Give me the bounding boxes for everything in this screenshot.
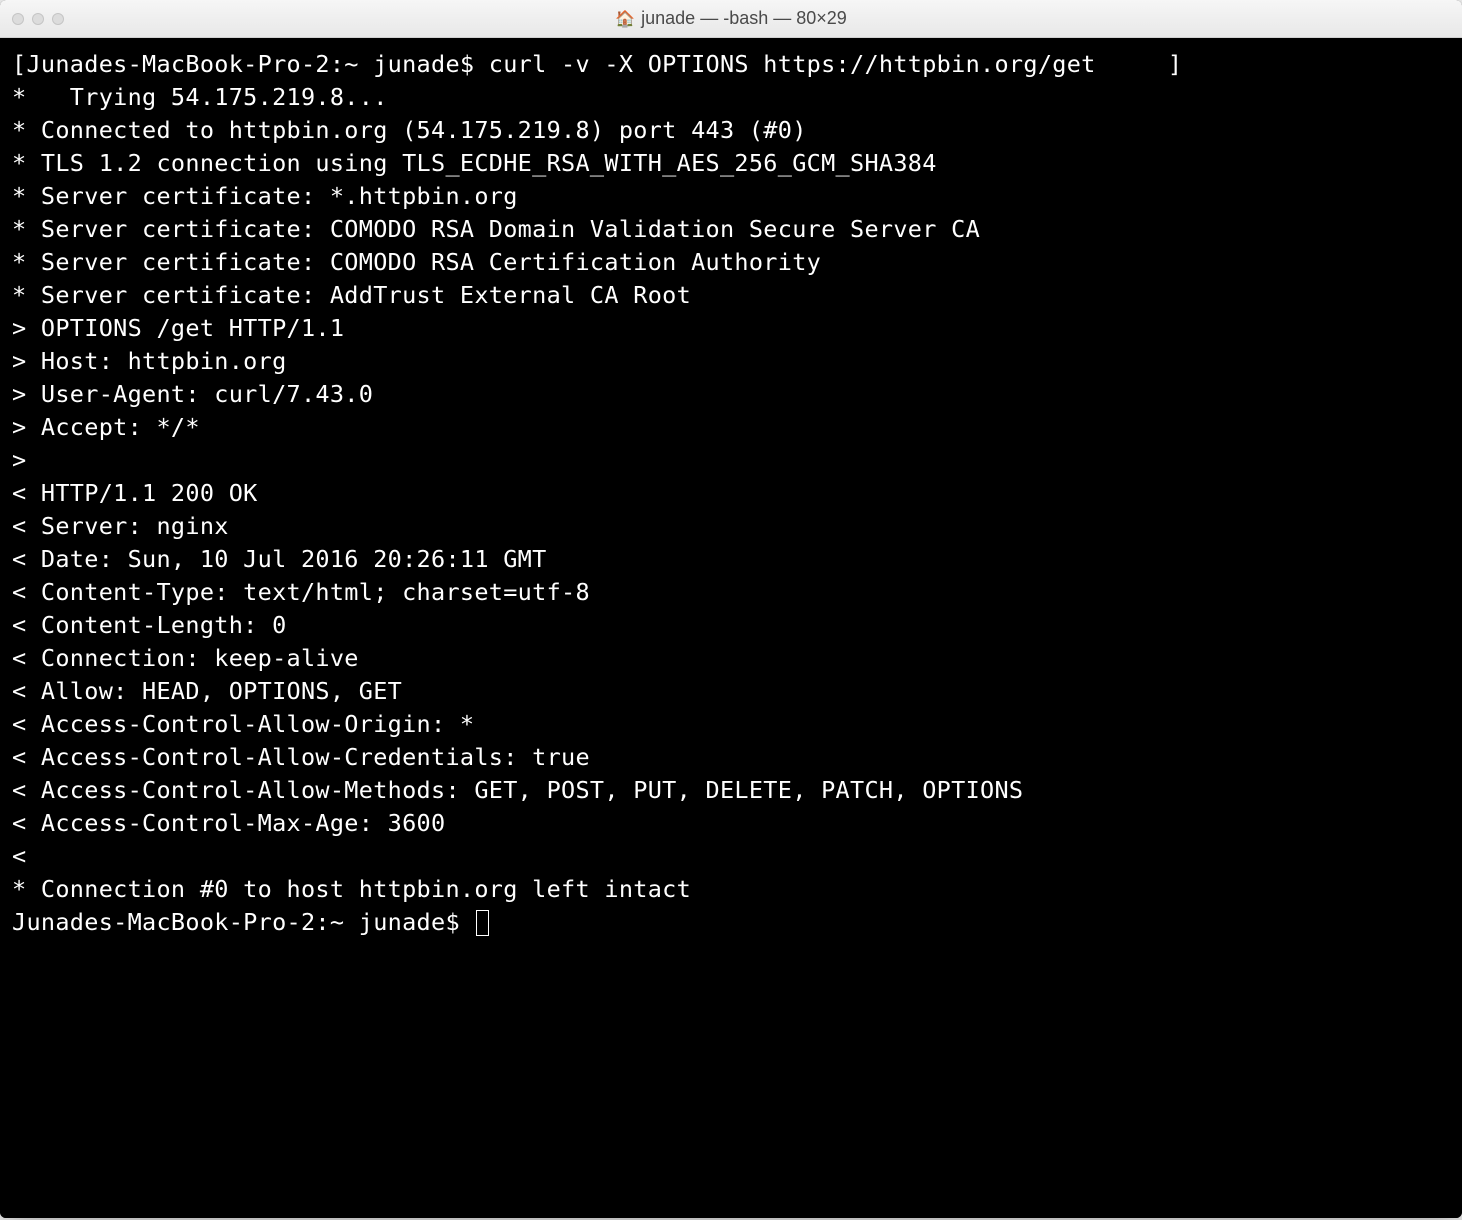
terminal-line: < Allow: HEAD, OPTIONS, GET xyxy=(12,675,1450,708)
terminal-line: * Server certificate: *.httpbin.org xyxy=(12,180,1450,213)
terminal-line: < HTTP/1.1 200 OK xyxy=(12,477,1450,510)
terminal-line: > User-Agent: curl/7.43.0 xyxy=(12,378,1450,411)
close-button[interactable] xyxy=(12,13,24,25)
title-label: junade — -bash — 80×29 xyxy=(641,8,847,29)
terminal-line: > Host: httpbin.org xyxy=(12,345,1450,378)
terminal-line: < Connection: keep-alive xyxy=(12,642,1450,675)
terminal-line: * Server certificate: AddTrust External … xyxy=(12,279,1450,312)
terminal-line: * Server certificate: COMODO RSA Certifi… xyxy=(12,246,1450,279)
window-title: 🏠 junade — -bash — 80×29 xyxy=(615,8,847,29)
maximize-button[interactable] xyxy=(52,13,64,25)
terminal-line: < Access-Control-Allow-Methods: GET, POS… xyxy=(12,774,1450,807)
terminal-window: 🏠 junade — -bash — 80×29 [Junades-MacBoo… xyxy=(0,0,1462,1218)
terminal-line: * Trying 54.175.219.8... xyxy=(12,81,1450,114)
terminal-line: < Content-Type: text/html; charset=utf-8 xyxy=(12,576,1450,609)
terminal-line: * TLS 1.2 connection using TLS_ECDHE_RSA… xyxy=(12,147,1450,180)
terminal-line: > OPTIONS /get HTTP/1.1 xyxy=(12,312,1450,345)
terminal-line: < Access-Control-Allow-Credentials: true xyxy=(12,741,1450,774)
terminal-body[interactable]: [Junades-MacBook-Pro-2:~ junade$ curl -v… xyxy=(0,38,1462,1218)
terminal-line: * Server certificate: COMODO RSA Domain … xyxy=(12,213,1450,246)
terminal-line: * Connection #0 to host httpbin.org left… xyxy=(12,873,1450,906)
terminal-line: < Server: nginx xyxy=(12,510,1450,543)
terminal-line: < Access-Control-Allow-Origin: * xyxy=(12,708,1450,741)
cursor xyxy=(476,910,489,936)
prompt-text: Junades-MacBook-Pro-2:~ junade$ xyxy=(12,908,474,936)
minimize-button[interactable] xyxy=(32,13,44,25)
terminal-line: [Junades-MacBook-Pro-2:~ junade$ curl -v… xyxy=(12,48,1450,81)
terminal-line: < Access-Control-Max-Age: 3600 xyxy=(12,807,1450,840)
terminal-line: < Date: Sun, 10 Jul 2016 20:26:11 GMT xyxy=(12,543,1450,576)
terminal-line: > Accept: */* xyxy=(12,411,1450,444)
terminal-line: * Connected to httpbin.org (54.175.219.8… xyxy=(12,114,1450,147)
terminal-line: < xyxy=(12,840,1450,873)
title-bar[interactable]: 🏠 junade — -bash — 80×29 xyxy=(0,0,1462,38)
terminal-line: > xyxy=(12,444,1450,477)
terminal-line: < Content-Length: 0 xyxy=(12,609,1450,642)
terminal-prompt-line: Junades-MacBook-Pro-2:~ junade$ xyxy=(12,906,1450,939)
home-icon: 🏠 xyxy=(615,9,635,29)
traffic-lights xyxy=(12,13,64,25)
